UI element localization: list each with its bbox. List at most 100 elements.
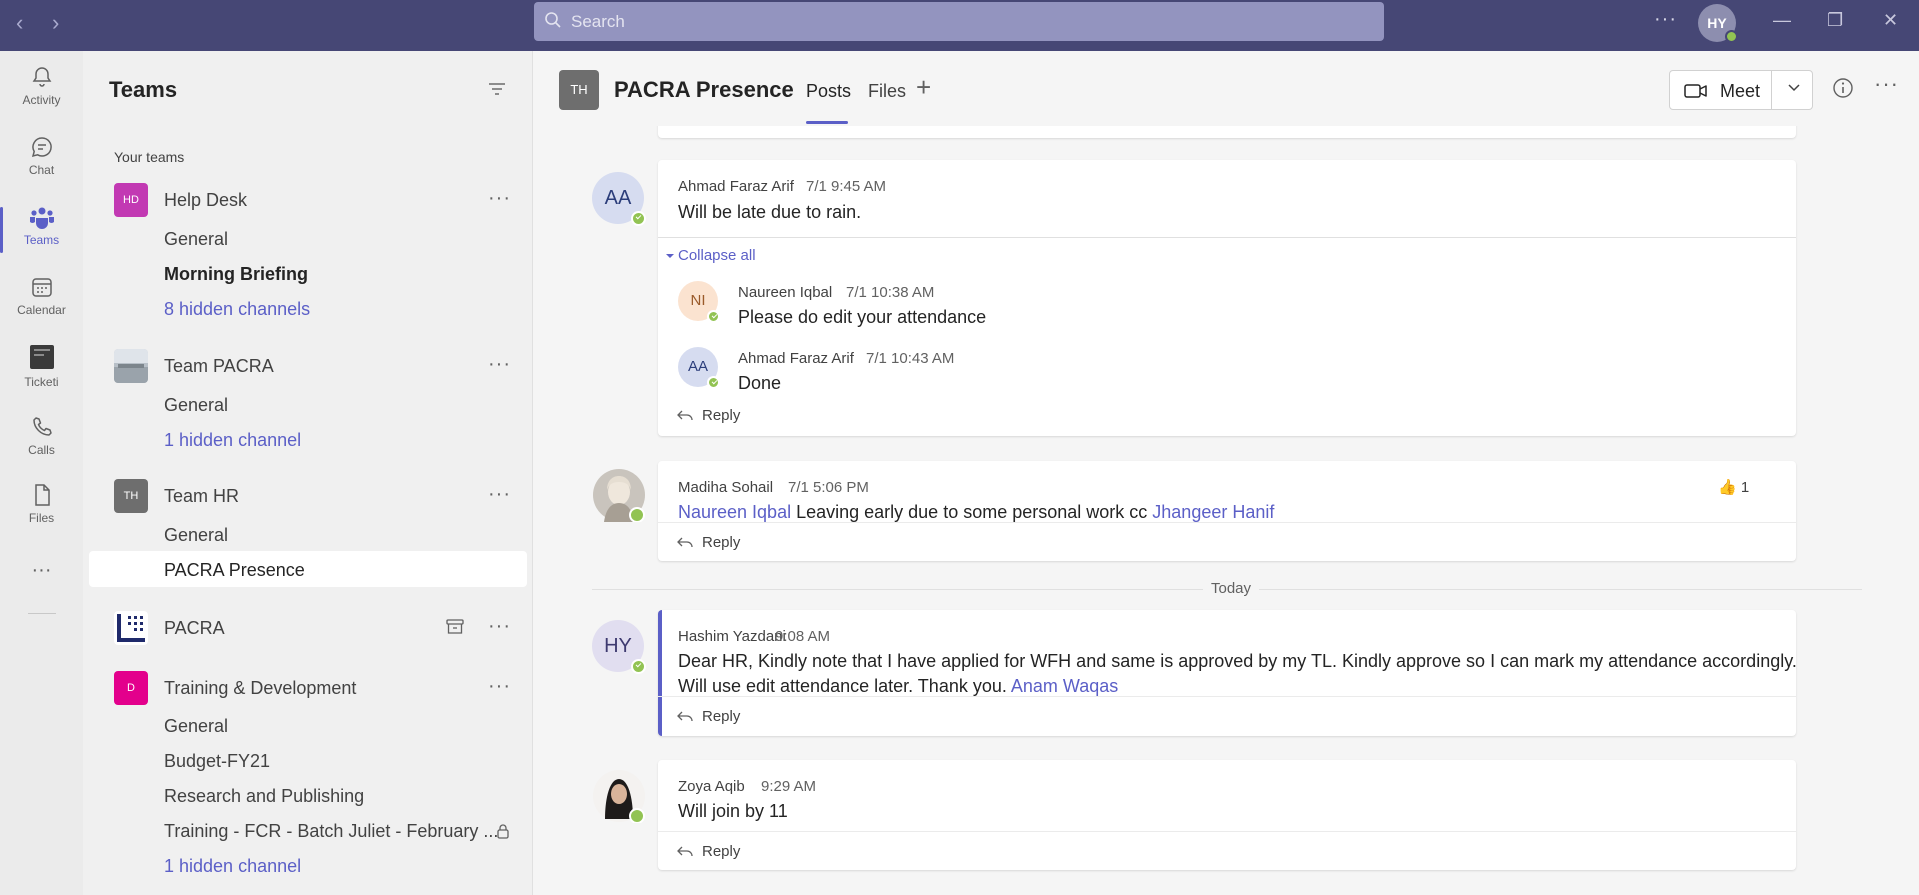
- reply-message: Please do edit your attendance: [738, 307, 987, 327]
- avatar-initials: NI: [690, 292, 706, 309]
- forward-icon[interactable]: ›: [52, 10, 59, 36]
- tab-posts[interactable]: Posts: [806, 81, 851, 102]
- search-placeholder: Search: [571, 12, 625, 31]
- info-icon[interactable]: [1832, 77, 1854, 99]
- mention[interactable]: Anam Waqas: [1011, 676, 1118, 696]
- channel-training-fcr[interactable]: Training - FCR - Batch Juliet - February…: [164, 821, 498, 842]
- archive-icon: [446, 619, 464, 634]
- post-message-line: Dear HR, Kindly note that I have applied…: [678, 651, 1797, 671]
- avatar[interactable]: HY: [592, 620, 646, 674]
- post-card-own: Hashim Yazdani 9:08 AM Dear HR, Kindly n…: [658, 610, 1797, 736]
- settings-more-icon[interactable]: ···: [1654, 8, 1677, 31]
- hidden-channels-link[interactable]: 1 hidden channel: [164, 856, 301, 877]
- caret-down-icon: [666, 254, 674, 258]
- channel-pacra-presence[interactable]: PACRA Presence: [164, 560, 305, 581]
- avatar[interactable]: AA: [678, 347, 720, 389]
- meet-button[interactable]: Meet: [1669, 70, 1813, 110]
- team-pacra[interactable]: PACRA ···: [83, 607, 533, 647]
- filter-icon[interactable]: [488, 81, 506, 97]
- chevron-down-icon[interactable]: [1787, 81, 1801, 95]
- reply-label: Reply: [702, 534, 741, 551]
- back-icon[interactable]: ‹: [16, 10, 23, 36]
- teams-icon: [29, 207, 54, 229]
- channel-general[interactable]: General: [164, 229, 228, 250]
- phone-icon: [32, 417, 52, 436]
- app-calendar[interactable]: Calendar: [0, 275, 83, 317]
- video-camera-icon: [1684, 84, 1707, 98]
- post-card: Ahmad Faraz Arif 7/1 9:45 AM Will be lat…: [658, 160, 1796, 436]
- app-bar-divider: [28, 613, 56, 614]
- post-text: Will use edit attendance later. Thank yo…: [678, 676, 1011, 696]
- posts-feed: AA Ahmad Faraz Arif 7/1 9:45 AM Will be …: [534, 126, 1919, 895]
- channel-general[interactable]: General: [164, 525, 228, 546]
- channel-general[interactable]: General: [164, 716, 228, 737]
- meet-split-divider: [1771, 71, 1772, 109]
- restore-icon[interactable]: ❐: [1827, 10, 1843, 31]
- more-options-icon[interactable]: ···: [488, 615, 511, 638]
- hidden-channels-link[interactable]: 8 hidden channels: [164, 299, 310, 320]
- avatar[interactable]: AA: [592, 172, 646, 226]
- reply-author[interactable]: Naureen Iqbal: [738, 284, 832, 301]
- channel-morning-briefing[interactable]: Morning Briefing: [164, 264, 308, 285]
- team-avatar: TH: [114, 479, 148, 513]
- channel-team-avatar: TH: [559, 70, 599, 110]
- post-card: Zoya Aqib 9:29 AM Will join by 11 Reply: [658, 760, 1796, 870]
- search-box[interactable]: Search: [534, 2, 1384, 41]
- team-team-hr[interactable]: TH Team HR ···: [83, 475, 533, 515]
- reply-button[interactable]: Reply: [658, 696, 1796, 736]
- collapse-all-link[interactable]: Collapse all: [678, 247, 756, 264]
- post-author[interactable]: Hashim Yazdani: [678, 628, 786, 645]
- status-available-icon: [631, 211, 646, 226]
- channel-general[interactable]: General: [164, 395, 228, 416]
- mention[interactable]: Jhangeer Hanif: [1152, 502, 1274, 522]
- hidden-channels-link[interactable]: 1 hidden channel: [164, 430, 301, 451]
- more-apps-icon[interactable]: ···: [0, 559, 83, 582]
- team-training-development[interactable]: D Training & Development ···: [83, 667, 533, 707]
- reaction-count: 1: [1740, 479, 1750, 496]
- close-icon[interactable]: ✕: [1883, 10, 1898, 31]
- reply-timestamp: 7/1 10:38 AM: [846, 284, 935, 301]
- reply-author[interactable]: Ahmad Faraz Arif: [738, 350, 854, 367]
- add-tab-icon[interactable]: +: [916, 72, 931, 103]
- app-teams[interactable]: Teams: [0, 205, 83, 253]
- post-author[interactable]: Zoya Aqib: [678, 778, 745, 795]
- app-chat[interactable]: Chat: [0, 135, 83, 177]
- post-author[interactable]: Madiha Sohail: [678, 479, 773, 496]
- post-timestamp: 7/1 9:45 AM: [806, 178, 887, 195]
- more-options-icon[interactable]: ···: [488, 675, 511, 698]
- avatar-initials: AA: [604, 187, 632, 209]
- app-ticketing[interactable]: Ticketi: [0, 343, 83, 389]
- channel-budget-fy21[interactable]: Budget-FY21: [164, 751, 270, 772]
- app-label: Chat: [28, 163, 55, 177]
- minimize-icon[interactable]: —: [1773, 10, 1791, 31]
- mention[interactable]: Naureen Iqbal: [678, 502, 791, 522]
- team-help-desk[interactable]: HD Help Desk ···: [83, 179, 533, 219]
- more-options-icon[interactable]: ···: [488, 353, 511, 376]
- status-available-icon: [1725, 30, 1738, 43]
- user-avatar[interactable]: HY: [1698, 4, 1738, 43]
- channel-research-publishing[interactable]: Research and Publishing: [164, 786, 364, 807]
- avatar[interactable]: [592, 769, 646, 823]
- lock-icon: [497, 824, 509, 839]
- avatar-initials: HY: [604, 635, 632, 657]
- reply-button[interactable]: Reply: [658, 831, 1796, 871]
- like-reaction[interactable]: 👍 1: [1718, 478, 1749, 496]
- app-calls[interactable]: Calls: [0, 415, 83, 457]
- reply-button[interactable]: Reply: [658, 522, 1796, 562]
- post-message: Will join by 11: [678, 801, 788, 821]
- team-avatar: D: [114, 671, 148, 705]
- channel-more-options-icon[interactable]: ···: [1874, 71, 1899, 97]
- avatar[interactable]: [592, 468, 646, 522]
- app-activity[interactable]: Activity: [0, 65, 83, 107]
- avatar[interactable]: NI: [678, 281, 720, 323]
- more-options-icon[interactable]: ···: [488, 483, 511, 506]
- more-options-icon[interactable]: ···: [488, 187, 511, 210]
- title-bar: ‹ › Search ··· HY — ❐ ✕: [0, 0, 1919, 51]
- app-files[interactable]: Files: [0, 483, 83, 525]
- teams-list-pane: Teams Your teams HD Help Desk ··· Genera…: [83, 51, 533, 895]
- reply-button[interactable]: Reply: [658, 396, 1796, 436]
- tab-files[interactable]: Files: [868, 81, 906, 102]
- post-author[interactable]: Ahmad Faraz Arif: [678, 178, 794, 195]
- team-team-pacra[interactable]: Team PACRA ···: [83, 345, 533, 385]
- reply-arrow-icon: [677, 846, 693, 857]
